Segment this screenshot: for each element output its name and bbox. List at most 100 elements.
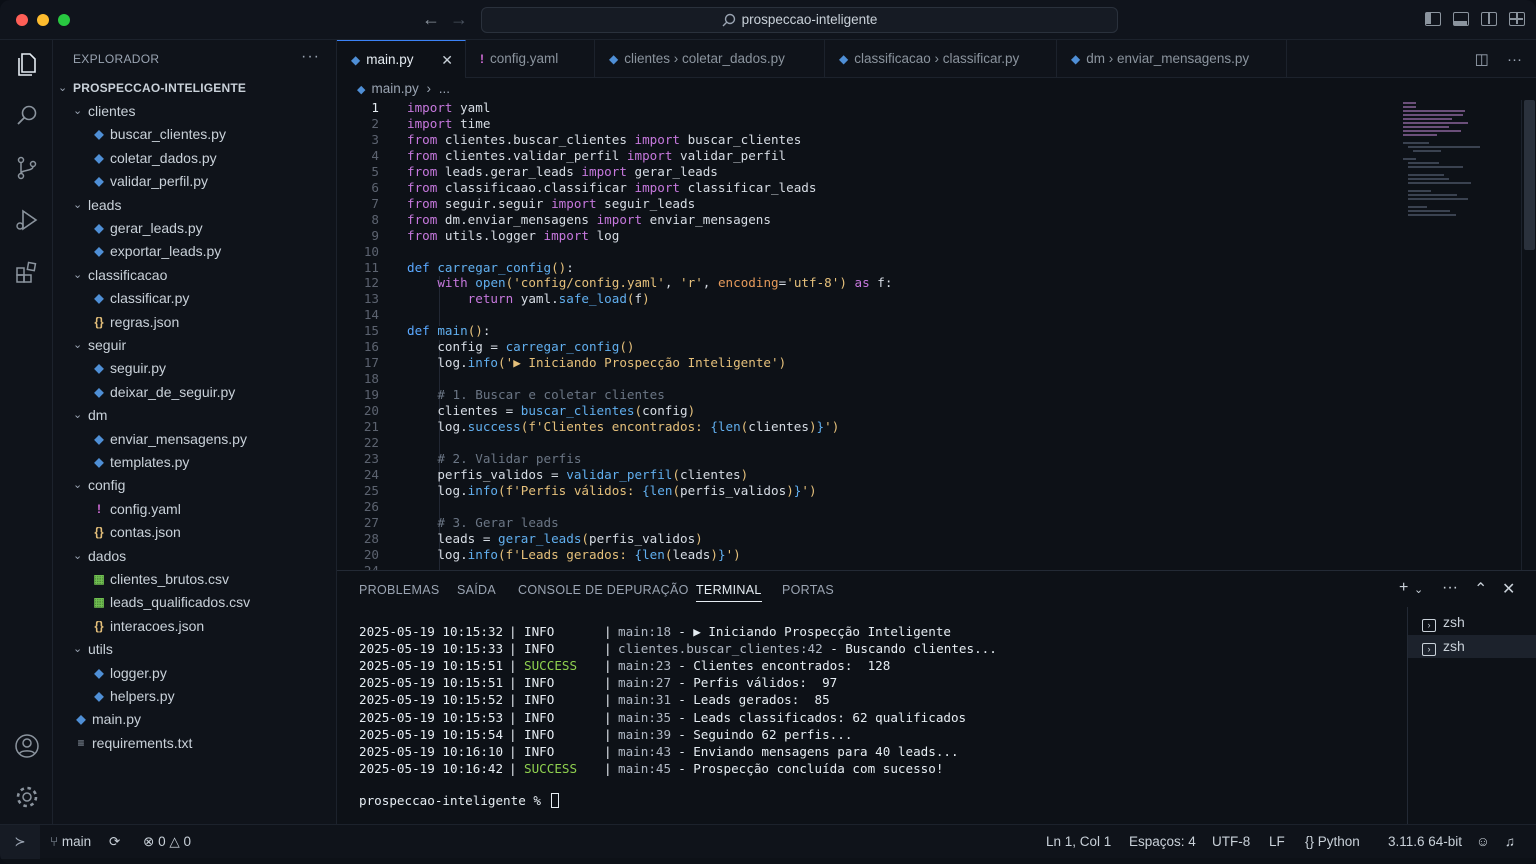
folder-label: leads xyxy=(88,196,122,213)
panel-tab-terminal[interactable]: TERMINAL xyxy=(696,583,762,602)
minimize-window-button[interactable] xyxy=(37,14,49,26)
tab-config-yaml[interactable]: ! config.yaml xyxy=(466,40,595,78)
customize-layout-icon[interactable] xyxy=(1509,12,1525,26)
tab-enviar-mensagens-py[interactable]: ◆ dm › enviar_mensagens.py xyxy=(1057,40,1287,78)
more-actions-icon[interactable]: ··· xyxy=(1507,51,1522,68)
code-token: import xyxy=(626,147,673,163)
language-mode[interactable]: {} Python xyxy=(1305,834,1360,849)
tree-file[interactable]: ◆ enviar_mensagens.py xyxy=(53,428,337,451)
log-separator: | xyxy=(604,624,612,639)
code-token: gerar_leads xyxy=(498,530,582,546)
tree-file[interactable]: ◆ exportar_leads.py xyxy=(53,240,337,263)
toggle-sidebar-icon[interactable] xyxy=(1425,12,1441,26)
tree-file[interactable]: ◆ logger.py xyxy=(53,662,337,685)
indentation[interactable]: Espaços: 4 xyxy=(1129,834,1196,849)
tree-folder[interactable]: ⌄ dm xyxy=(53,404,337,427)
split-editor-icon[interactable]: ◫ xyxy=(1475,51,1489,68)
tab-coletar-dados-py[interactable]: ◆ clientes › coletar_dados.py xyxy=(595,40,825,78)
tree-file[interactable]: ◆ main.py xyxy=(53,708,337,731)
breadcrumb-symbol[interactable]: ... xyxy=(439,81,450,96)
more-actions-icon[interactable]: ··· xyxy=(301,48,320,66)
log-separator: | xyxy=(604,709,612,725)
tree-file[interactable]: ▦ leads_qualificados.csv xyxy=(53,591,337,614)
cursor-position[interactable]: Ln 1, Col 1 xyxy=(1046,834,1111,849)
code-token: , xyxy=(702,275,718,291)
tree-file[interactable]: ▦ clientes_brutos.csv xyxy=(53,568,337,591)
close-window-button[interactable] xyxy=(16,14,28,26)
search-icon[interactable] xyxy=(13,102,41,130)
tree-file[interactable]: ◆ deixar_de_seguir.py xyxy=(53,381,337,404)
tree-file[interactable]: ◆ buscar_clientes.py xyxy=(53,123,337,146)
tree-folder[interactable]: ⌄ leads xyxy=(53,194,337,217)
tree-folder[interactable]: ⌄ seguir xyxy=(53,334,337,357)
arrow-left-icon[interactable]: ← xyxy=(422,9,440,30)
close-tab-icon[interactable]: ✕ xyxy=(441,41,453,79)
code-token: info xyxy=(467,546,499,562)
terminal-prompt[interactable]: prospeccao-inteligente % xyxy=(359,793,559,808)
panel-tab-problemas[interactable]: PROBLEMAS xyxy=(359,583,440,597)
tree-file[interactable]: ≡ requirements.txt xyxy=(53,732,337,755)
maximize-window-button[interactable] xyxy=(58,14,70,26)
tree-file[interactable]: {} contas.json xyxy=(53,521,337,544)
notifications-bell-icon[interactable]: ♫ xyxy=(1505,834,1515,849)
tree-folder[interactable]: ⌄ classificacao xyxy=(53,264,337,287)
tree-file[interactable]: {} regras.json xyxy=(53,311,337,334)
code-token: enviar_mensagens xyxy=(642,211,771,227)
panel-tab-saída[interactable]: SAÍDA xyxy=(457,583,496,597)
breadcrumb-file[interactable]: main.py xyxy=(371,81,418,96)
problems-indicator[interactable]: ⊗ 0 △ 0 xyxy=(143,834,191,850)
minimap[interactable] xyxy=(1397,100,1521,570)
tree-folder[interactable]: ⌄ utils xyxy=(53,638,337,661)
remote-indicator-icon[interactable]: ≻ xyxy=(0,825,40,859)
tab-classificar-py[interactable]: ◆ classificacao › classificar.py xyxy=(825,40,1057,78)
code-line: 12 with open('config/config.yaml', 'r', … xyxy=(337,275,1397,291)
code-line: 16 config = carregar_config() xyxy=(337,339,1397,355)
panel-tab-portas[interactable]: PORTAS xyxy=(782,583,834,597)
line-ending[interactable]: LF xyxy=(1269,834,1285,849)
settings-gear-icon[interactable] xyxy=(13,783,41,811)
close-panel-icon[interactable]: ✕ xyxy=(1502,579,1515,599)
panel-tab-console-de-depuração[interactable]: CONSOLE DE DEPURAÇÃO xyxy=(518,583,689,597)
tree-folder[interactable]: ⌄ clientes xyxy=(53,100,337,123)
editor-scrollbar[interactable] xyxy=(1521,100,1536,570)
explorer-icon[interactable] xyxy=(13,50,41,78)
arrow-right-icon[interactable]: → xyxy=(450,9,468,30)
copilot-icon[interactable]: ☺ xyxy=(1476,834,1490,849)
terminal-output[interactable]: 2025-05-19 10:15:32 | INFO | main:18- ▶ Inici… xyxy=(359,623,1399,823)
tree-folder[interactable]: ⌄ dados xyxy=(53,545,337,568)
tree-file[interactable]: ◆ coletar_dados.py xyxy=(53,147,337,170)
tab-main-py[interactable]: ◆ main.py ✕ xyxy=(337,40,466,78)
tree-file[interactable]: ◆ classificar.py xyxy=(53,287,337,310)
terminal-name: zsh xyxy=(1443,614,1465,630)
encoding[interactable]: UTF-8 xyxy=(1212,834,1250,849)
extensions-icon[interactable] xyxy=(13,258,41,286)
command-center-search[interactable]: prospeccao-inteligente xyxy=(481,7,1118,33)
terminal-instance[interactable]: › zsh xyxy=(1408,635,1536,658)
more-actions-icon[interactable]: ··· xyxy=(1442,579,1458,597)
account-icon[interactable] xyxy=(13,732,41,760)
code-text: log.info(f'Perfis válidos: {len(perfis_v… xyxy=(407,483,816,499)
maximize-panel-icon[interactable]: ⌃ xyxy=(1474,579,1487,599)
tree-file[interactable]: {} interacoes.json xyxy=(53,615,337,638)
scrollbar-thumb[interactable] xyxy=(1524,100,1535,250)
toggle-panel-icon[interactable] xyxy=(1453,12,1469,26)
tree-file[interactable]: ◆ validar_perfil.py xyxy=(53,170,337,193)
tree-file[interactable]: ◆ templates.py xyxy=(53,451,337,474)
tree-file[interactable]: ! config.yaml xyxy=(53,498,337,521)
run-debug-icon[interactable] xyxy=(13,206,41,234)
tree-file[interactable]: ◆ seguir.py xyxy=(53,357,337,380)
branch-indicator[interactable]: ⑂ main xyxy=(50,834,91,849)
terminal-instance[interactable]: › zsh xyxy=(1408,611,1536,634)
chevron-down-icon[interactable]: ⌄ xyxy=(1414,583,1423,596)
python-interpreter[interactable]: 3.11.6 64-bit xyxy=(1388,834,1462,849)
tree-root-folder[interactable]: ⌄ PROSPECCAO-INTELIGENTE xyxy=(53,77,337,100)
tree-folder[interactable]: ⌄ config xyxy=(53,474,337,497)
toggle-secondary-sidebar-icon[interactable] xyxy=(1481,12,1497,26)
tree-file[interactable]: ◆ helpers.py xyxy=(53,685,337,708)
line-number: 1 xyxy=(371,100,379,115)
tree-file[interactable]: ◆ gerar_leads.py xyxy=(53,217,337,240)
source-control-icon[interactable] xyxy=(13,154,41,182)
code-editor[interactable]: 1 import yaml 2 import time 3 from clientes.b… xyxy=(337,100,1397,570)
sync-icon[interactable]: ⟳ xyxy=(109,834,120,850)
new-terminal-icon[interactable]: + xyxy=(1399,579,1408,597)
